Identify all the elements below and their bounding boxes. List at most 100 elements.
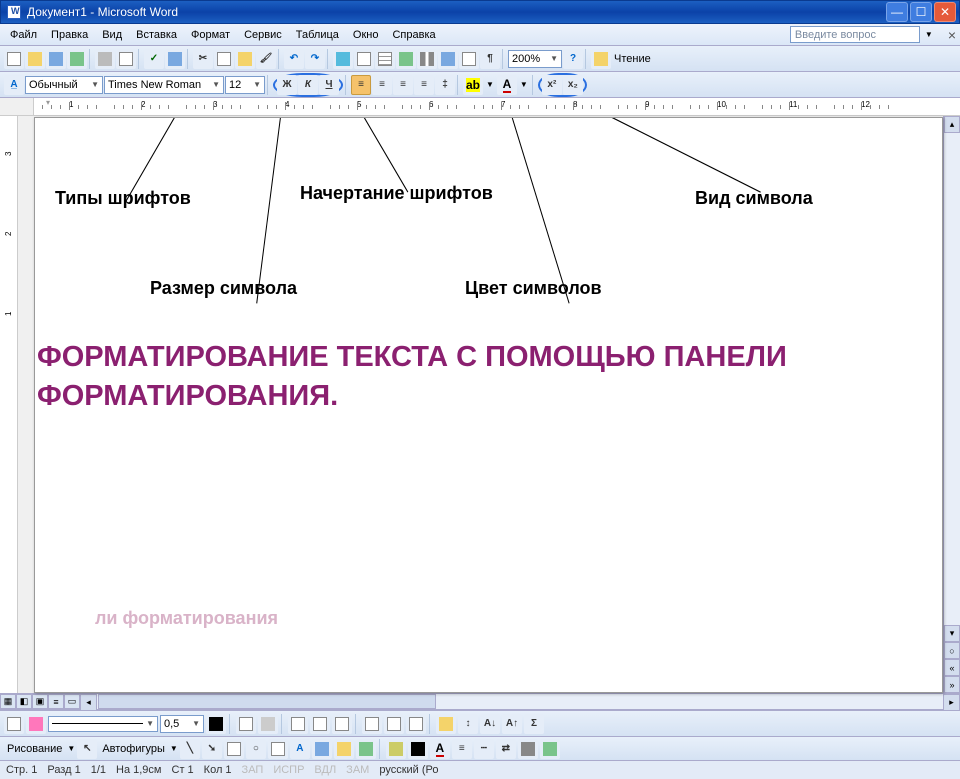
line-style-combo[interactable]: ▼ [48, 716, 158, 732]
help-button[interactable]: ? [563, 49, 583, 69]
align-left-button[interactable]: ≡ [351, 75, 371, 95]
print-layout-button[interactable]: ▣ [32, 694, 48, 709]
justify-button[interactable]: ≡ [414, 75, 434, 95]
help-dropdown-icon[interactable]: ▼ [922, 30, 936, 39]
line-button[interactable]: ╲ [180, 739, 200, 759]
browse-select-button[interactable]: ○ [944, 642, 960, 659]
border-color-button[interactable] [206, 714, 226, 734]
menu-table[interactable]: Таблица [290, 27, 345, 43]
textbox-button[interactable] [268, 739, 288, 759]
3d-button[interactable] [540, 739, 560, 759]
read-label[interactable]: Чтение [612, 53, 653, 65]
select-objects-button[interactable]: ↖ [77, 739, 97, 759]
line-color-button[interactable] [408, 739, 428, 759]
minimize-button[interactable]: — [886, 2, 908, 22]
split-cells-button[interactable] [332, 714, 352, 734]
eraser-button[interactable] [26, 714, 46, 734]
picture-button[interactable] [356, 739, 376, 759]
draw-table-button[interactable] [4, 714, 24, 734]
align-center-button[interactable]: ≡ [372, 75, 392, 95]
line-spacing-button[interactable]: ‡ [435, 75, 455, 95]
sort-asc-button[interactable]: A↓ [480, 714, 500, 734]
doc-map-button[interactable] [459, 49, 479, 69]
columns-button[interactable] [417, 49, 437, 69]
web-view-button[interactable]: ◧ [16, 694, 32, 709]
chevron-down-icon[interactable]: ▼ [484, 80, 496, 89]
diagram-button[interactable] [312, 739, 332, 759]
hscroll-thumb[interactable] [98, 694, 436, 709]
horizontal-ruler[interactable]: ▾ 123456789101112 [34, 98, 960, 115]
font-combo[interactable]: Times New Roman▼ [104, 76, 224, 94]
italic-button[interactable]: К [298, 75, 318, 95]
borders-button[interactable] [236, 714, 256, 734]
hscroll-track[interactable] [97, 694, 943, 709]
close-document-button[interactable]: × [948, 27, 956, 43]
close-button[interactable]: ✕ [934, 2, 956, 22]
tables-borders-button[interactable] [354, 49, 374, 69]
scroll-track[interactable] [944, 133, 960, 625]
status-ovr[interactable]: ЗАМ [346, 764, 369, 776]
align-cell-button[interactable] [362, 714, 382, 734]
outline-view-button[interactable]: ≡ [48, 694, 64, 709]
text-direction-button[interactable]: ↕ [458, 714, 478, 734]
print-preview-button[interactable] [116, 49, 136, 69]
scroll-down-button[interactable]: ▾ [944, 625, 960, 642]
rect-button[interactable] [224, 739, 244, 759]
merge-cells-button[interactable] [310, 714, 330, 734]
menu-edit[interactable]: Правка [45, 27, 94, 43]
read-icon[interactable] [591, 49, 611, 69]
zoom-combo[interactable]: 200%▼ [508, 50, 562, 68]
save-button[interactable] [46, 49, 66, 69]
cut-button[interactable]: ✂ [193, 49, 213, 69]
chevron-down-icon[interactable]: ▼ [518, 80, 530, 89]
highlight-button[interactable]: ab [463, 75, 483, 95]
line-style-button[interactable]: ≡ [452, 739, 472, 759]
arrow-style-button[interactable]: ⇄ [496, 739, 516, 759]
copy-button[interactable] [214, 49, 234, 69]
chevron-down-icon[interactable]: ▼ [67, 744, 75, 753]
reading-view-button[interactable]: ▭ [64, 694, 80, 709]
format-painter-button[interactable]: 🖌 [256, 49, 276, 69]
shadow-button[interactable] [518, 739, 538, 759]
insert-table-button[interactable] [375, 49, 395, 69]
status-language[interactable]: русский (Ро [379, 764, 438, 776]
oval-button[interactable]: ○ [246, 739, 266, 759]
status-trk[interactable]: ИСПР [273, 764, 304, 776]
distribute-cols-button[interactable] [406, 714, 426, 734]
sort-desc-button[interactable]: A↑ [502, 714, 522, 734]
research-button[interactable] [165, 49, 185, 69]
status-rec[interactable]: ЗАП [242, 764, 264, 776]
distribute-rows-button[interactable] [384, 714, 404, 734]
prev-page-button[interactable]: « [944, 659, 960, 676]
arrow-button[interactable]: ➘ [202, 739, 222, 759]
drawing-toolbar-button[interactable] [438, 49, 458, 69]
normal-view-button[interactable]: ▦ [0, 694, 16, 709]
scroll-left-button[interactable]: ◂ [80, 694, 97, 711]
fill-color-button[interactable] [386, 739, 406, 759]
styles-pane-button[interactable]: A̲ [4, 75, 24, 95]
spellcheck-button[interactable]: ✓ [144, 49, 164, 69]
menu-help[interactable]: Справка [386, 27, 441, 43]
style-combo[interactable]: Обычный▼ [25, 76, 103, 94]
vertical-scrollbar[interactable]: ▴ ▾ ○ « » [943, 116, 960, 693]
font-color-button[interactable]: А [497, 75, 517, 95]
underline-button[interactable]: Ч [319, 75, 339, 95]
print-button[interactable] [95, 49, 115, 69]
paste-button[interactable] [235, 49, 255, 69]
menu-view[interactable]: Вид [96, 27, 128, 43]
font-size-combo[interactable]: 12▼ [225, 76, 265, 94]
menu-tools[interactable]: Сервис [238, 27, 288, 43]
undo-button[interactable]: ↶ [284, 49, 304, 69]
bold-button[interactable]: Ж [277, 75, 297, 95]
menu-insert[interactable]: Вставка [130, 27, 183, 43]
dash-style-button[interactable]: ┄ [474, 739, 494, 759]
clipart-button[interactable] [334, 739, 354, 759]
font-color2-button[interactable]: А [430, 739, 450, 759]
autosum-button[interactable]: Σ [524, 714, 544, 734]
align-right-button[interactable]: ≡ [393, 75, 413, 95]
menu-file[interactable]: Файл [4, 27, 43, 43]
menu-format[interactable]: Формат [185, 27, 236, 43]
menu-window[interactable]: Окно [347, 27, 385, 43]
wordart-button[interactable]: A [290, 739, 310, 759]
new-doc-button[interactable] [4, 49, 24, 69]
